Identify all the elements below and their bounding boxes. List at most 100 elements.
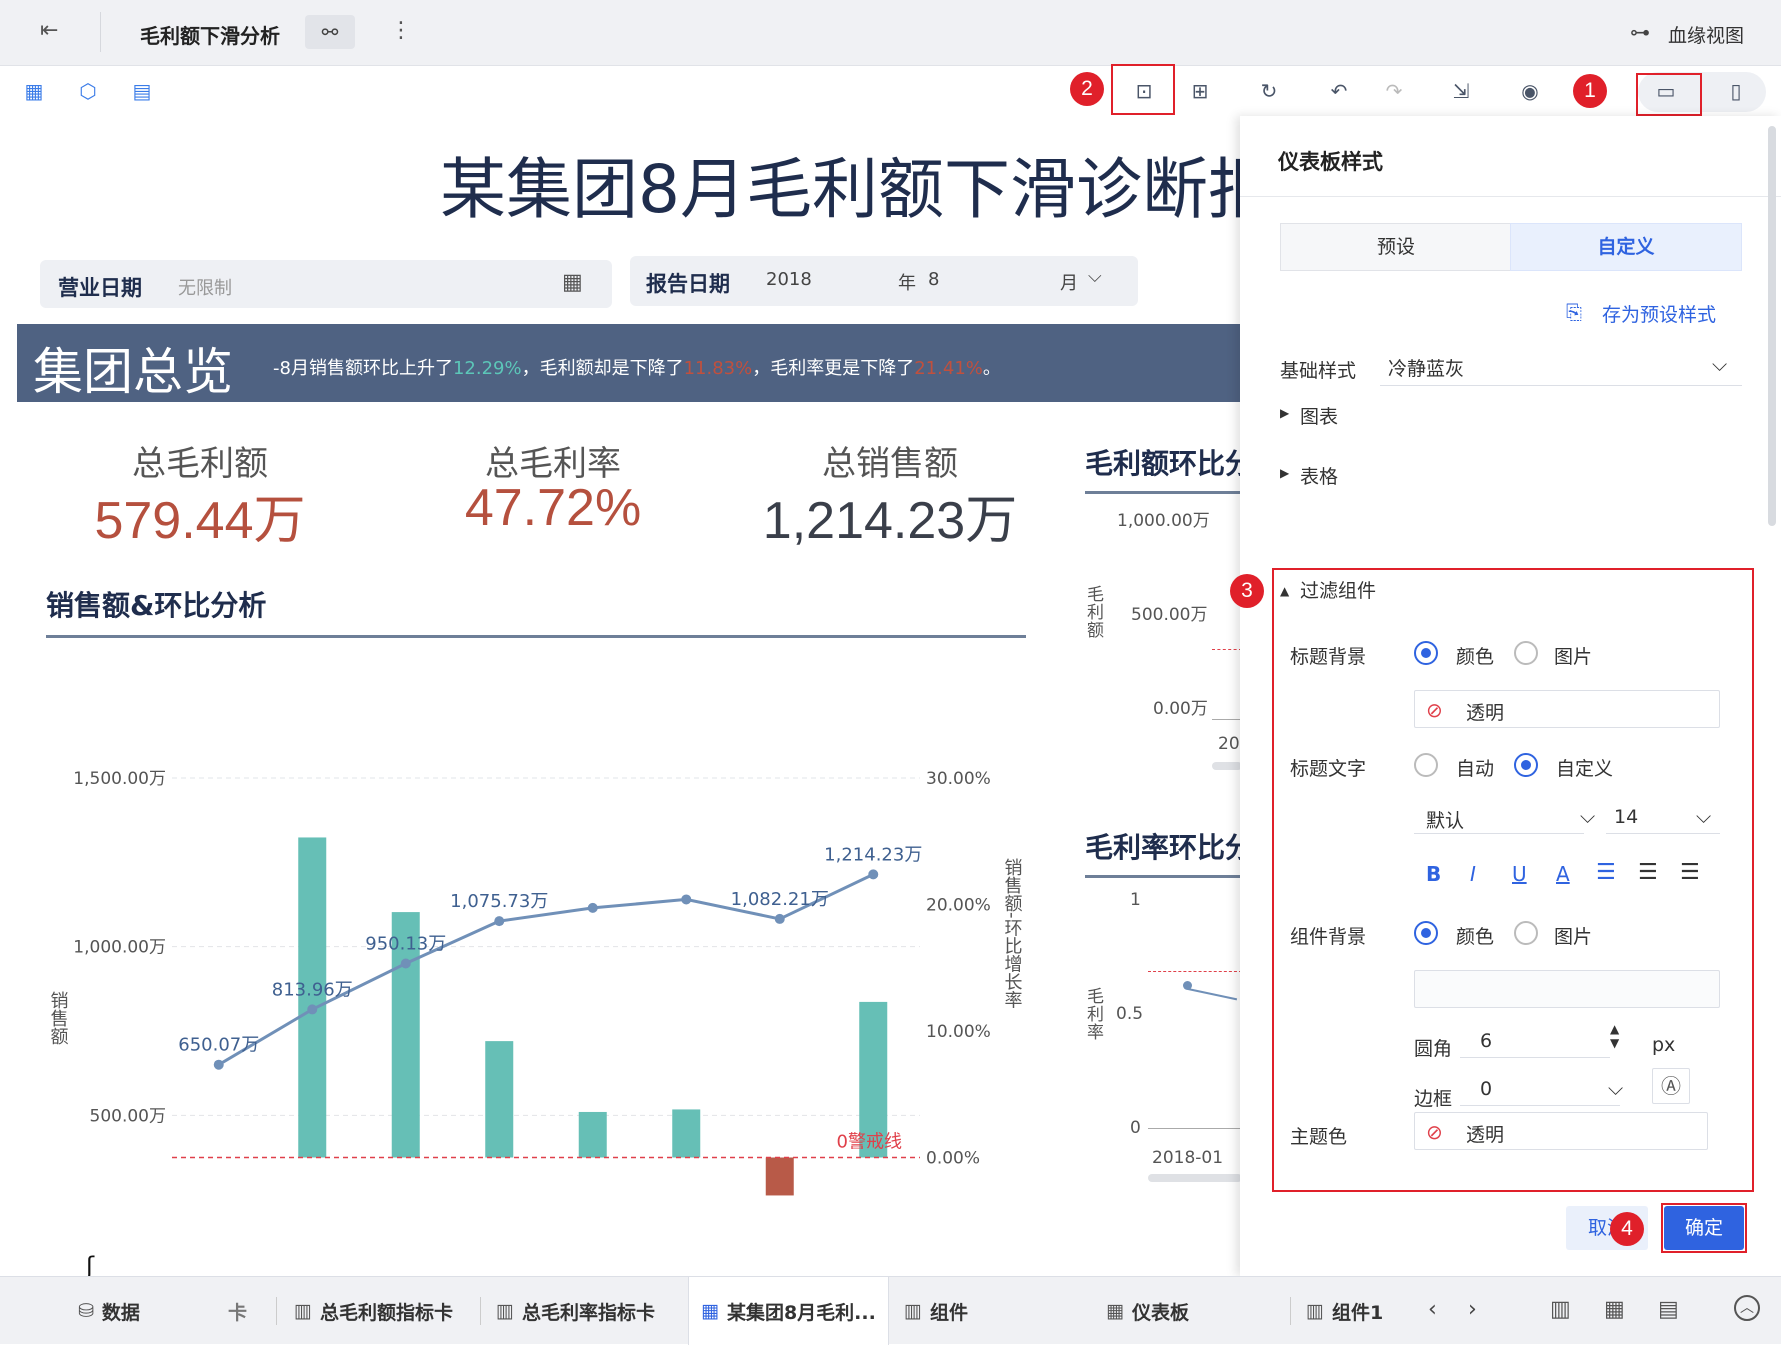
chevron-down-icon[interactable]: ⌵ (1696, 804, 1711, 828)
tab-current-dashboard[interactable]: ▦ 某集团8月毛利... (688, 1277, 889, 1345)
side-chart1-scrollbar[interactable] (1212, 762, 1240, 770)
add-dashboard-icon[interactable]: ▦ (1604, 1297, 1625, 1322)
tab-component[interactable]: ▥ 组件 (904, 1277, 968, 1345)
no-color-icon: ⊘ (1426, 1120, 1443, 1144)
tab-label: 某集团8月毛利... (726, 1301, 876, 1324)
font-color-icon[interactable]: A (1556, 862, 1570, 886)
export-icon[interactable]: ⇲ (1447, 77, 1475, 105)
prev-tab-icon[interactable]: ‹ (1428, 1297, 1437, 1322)
chart-icon: ▥ (1306, 1300, 1324, 1322)
warning-label: 0警戒线 (837, 1132, 902, 1153)
add-chart-icon[interactable]: ▥ (1550, 1297, 1571, 1322)
section-chart[interactable]: 图表 (1300, 402, 1338, 429)
add-cube-icon[interactable]: ⬡ (74, 77, 102, 105)
side-chart1-ylabel: 毛利额 (1087, 585, 1104, 641)
month-unit: 月 (1060, 273, 1078, 294)
highlight-confirm (1661, 1203, 1747, 1253)
filter-label: 报告日期 (646, 272, 730, 296)
title-text-custom-label: 自定义 (1556, 758, 1614, 780)
chevron-down-icon[interactable]: ⌵ (1608, 1076, 1623, 1100)
tab-label: 总毛利额指标卡 (319, 1301, 453, 1324)
line-point (307, 1004, 318, 1015)
y-tick-label: 500.00万 (90, 1106, 166, 1126)
save-preset-link[interactable]: 存为预设样式 (1602, 300, 1716, 327)
calendar-icon[interactable]: ▦ (562, 270, 583, 295)
banner-v2: 11.83% (683, 358, 753, 379)
more-icon[interactable]: ⋮ (390, 18, 412, 43)
italic-icon[interactable]: I (1470, 862, 1476, 886)
tab-margin-card[interactable]: ▥ 总毛利率指标卡 (496, 1277, 655, 1345)
title-bg-color-picker[interactable] (1414, 690, 1720, 728)
save-preset-icon[interactable]: ⎘ (1566, 300, 1582, 324)
banner-text: -8月销售额环比上升了12.29%，毛利额却是下降了11.83%，毛利率更是下降… (273, 354, 1001, 380)
theme-color-label: 主题色 (1290, 1126, 1348, 1148)
cursor-glyph: ʃ (86, 1252, 95, 1276)
tab-dashboard[interactable]: ▦ 仪表板 (1106, 1277, 1189, 1345)
chevron-down-icon[interactable]: ⌵ (1712, 352, 1727, 376)
base-style-label: 基础样式 (1280, 360, 1357, 382)
tab-custom[interactable]: 自定义 (1510, 223, 1742, 271)
title-text-auto-radio[interactable] (1414, 753, 1438, 777)
caret-right-icon[interactable]: ▶ (1280, 406, 1289, 420)
align-center-icon[interactable]: ☰ (1638, 860, 1658, 885)
exit-icon[interactable]: ⇤ (40, 18, 68, 46)
underline-icon[interactable]: U (1512, 862, 1527, 886)
bold-icon[interactable]: B (1426, 862, 1441, 886)
undo-icon[interactable]: ↶ (1325, 77, 1353, 105)
refresh-icon[interactable]: ↻ (1255, 77, 1283, 105)
title-bg-image-radio[interactable] (1514, 641, 1538, 665)
share-button[interactable]: ⚯ (305, 15, 355, 49)
panel-scrollbar[interactable] (1768, 126, 1776, 526)
next-tab-icon[interactable]: › (1468, 1297, 1477, 1322)
side-chart2-xtick: 2018-01 (1152, 1148, 1224, 1168)
collapse-icon[interactable]: ︿ (1734, 1295, 1760, 1321)
preview-icon[interactable]: ◉ (1516, 77, 1544, 105)
tab-data[interactable]: ⛁ 数据 (78, 1277, 140, 1345)
align-left-icon[interactable]: ☰ (1596, 860, 1616, 885)
line-point (587, 902, 598, 913)
comp-bg-image-radio[interactable] (1514, 921, 1538, 945)
chart-icon: ▥ (496, 1300, 514, 1322)
chevron-down-icon[interactable]: ⌵ (1088, 266, 1102, 287)
tab-component1[interactable]: ▥ 组件1 (1306, 1277, 1383, 1345)
badge-3: 3 (1230, 574, 1264, 608)
lineage-icon[interactable]: ⊶ (1630, 20, 1650, 44)
tab-preset[interactable]: 预设 (1280, 223, 1512, 271)
section-filter[interactable]: 过滤组件 (1300, 576, 1376, 603)
side-chart2-tick: 0 (1130, 1118, 1141, 1138)
redo-icon[interactable]: ↷ (1380, 77, 1408, 105)
title-text-label: 标题文字 (1290, 758, 1367, 780)
report-date-filter[interactable]: 报告日期 2018 年 8 月 ⌵ (630, 256, 1138, 306)
bar (485, 1041, 514, 1158)
stepper-icon[interactable]: ▲ ▼ (1610, 1022, 1619, 1050)
border-color-button[interactable]: Ⓐ (1652, 1068, 1690, 1104)
side-chart2-warning (1148, 971, 1240, 972)
comp-bg-color-radio[interactable] (1414, 921, 1438, 945)
add-report-icon[interactable]: ▤ (1658, 1297, 1679, 1322)
side-chart2-scrollbar[interactable] (1148, 1174, 1240, 1182)
title-text-custom-radio[interactable] (1514, 753, 1538, 777)
filter-label: 营业日期 (58, 276, 142, 300)
caret-down-icon[interactable]: ▲ (1280, 584, 1289, 598)
add-doc-icon[interactable]: ▤ (128, 77, 156, 105)
mobile-icon[interactable]: ▯ (1722, 77, 1750, 105)
business-date-filter[interactable]: 营业日期 无限制 ▦ (40, 260, 612, 308)
kpi-value-margin: 47.72% (464, 479, 642, 537)
tab-label: 组件1 (1331, 1301, 1384, 1324)
radius-unit: px (1652, 1034, 1676, 1056)
caret-right-icon[interactable]: ▶ (1280, 466, 1289, 480)
comp-bg-color-picker[interactable] (1414, 970, 1720, 1008)
grid-layout-icon[interactable]: ⊞ (1186, 77, 1214, 105)
lineage-view-link[interactable]: 血缘视图 (1668, 21, 1744, 48)
align-right-icon[interactable]: ☰ (1680, 860, 1700, 885)
theme-color-picker[interactable] (1414, 1112, 1708, 1150)
chevron-down-icon[interactable]: ⌵ (1580, 804, 1595, 828)
section-table[interactable]: 表格 (1300, 462, 1338, 489)
tab-card[interactable]: 卡 (228, 1277, 247, 1345)
title-bg-color-radio[interactable] (1414, 641, 1438, 665)
tab-gross-profit-card[interactable]: ▥ 总毛利额指标卡 (294, 1277, 453, 1345)
add-chart-icon[interactable]: ▦ (20, 77, 48, 105)
year-value[interactable]: 2018 (766, 269, 812, 290)
month-value[interactable]: 8 (928, 269, 939, 290)
tab-label: 组件 (929, 1301, 968, 1324)
